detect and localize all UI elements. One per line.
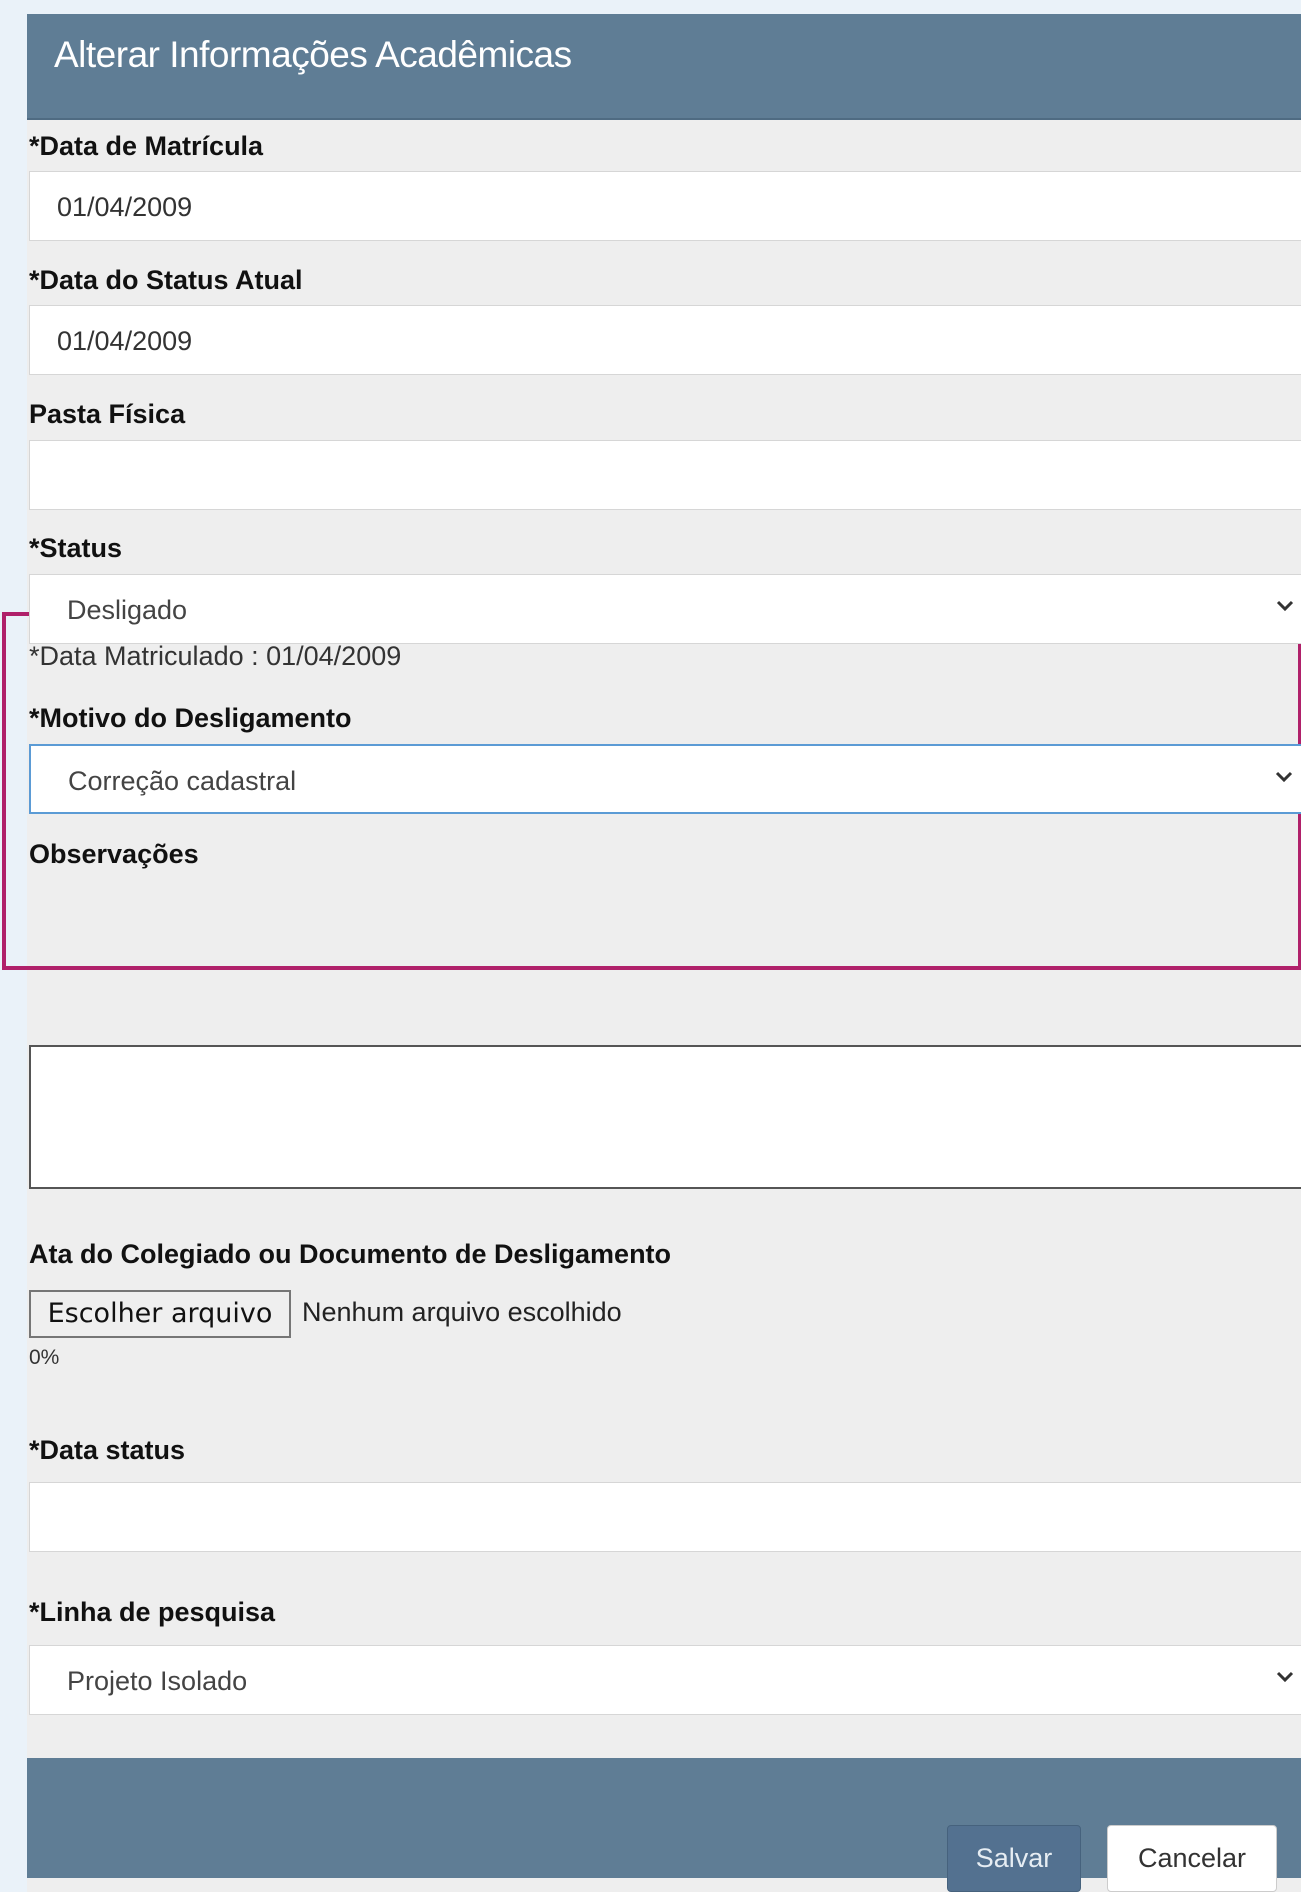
status-label: *Status [29, 533, 123, 563]
status-select[interactable]: Desligado [29, 574, 1301, 644]
choose-file-button[interactable]: Escolher arquivo [29, 1290, 291, 1338]
data-status-input[interactable] [29, 1482, 1301, 1552]
ata-label: Ata do Colegiado ou Documento de Desliga… [29, 1239, 672, 1269]
data-status-label: *Data status [29, 1435, 186, 1465]
data-matricula-input[interactable]: 01/04/2009 [29, 171, 1301, 241]
status-selected-value: Desligado [67, 595, 188, 625]
motivo-desligamento-label: *Motivo do Desligamento [29, 703, 352, 733]
linha-pesquisa-selected-value: Projeto Isolado [67, 1666, 248, 1696]
chevron-down-icon [1276, 1646, 1294, 1716]
upload-progress-text: 0% [29, 1346, 60, 1369]
chevron-down-icon [1276, 575, 1294, 645]
linha-pesquisa-select[interactable]: Projeto Isolado [29, 1645, 1301, 1715]
cancel-button[interactable]: Cancelar [1107, 1825, 1277, 1892]
observacoes-textarea[interactable] [29, 1045, 1301, 1189]
pasta-fisica-label: Pasta Física [29, 399, 186, 429]
data-status-atual-label: *Data do Status Atual [29, 265, 303, 295]
data-status-atual-input[interactable]: 01/04/2009 [29, 305, 1301, 375]
motivo-selected-value: Correção cadastral [68, 766, 297, 796]
motivo-desligamento-select[interactable]: Correção cadastral [29, 744, 1301, 814]
status-helper-text: *Data Matriculado : 01/04/2009 [29, 641, 402, 671]
file-status-text: Nenhum arquivo escolhido [302, 1297, 622, 1327]
data-matricula-label: *Data de Matrícula [29, 131, 264, 161]
pasta-fisica-input[interactable] [29, 440, 1301, 510]
modal-title: Alterar Informações Acadêmicas [54, 34, 572, 75]
observacoes-label: Observações [29, 839, 199, 869]
linha-pesquisa-label: *Linha de pesquisa [29, 1597, 276, 1627]
chevron-down-icon [1275, 746, 1293, 816]
modal-header: Alterar Informações Acadêmicas × [27, 14, 1301, 120]
save-button[interactable]: Salvar [947, 1825, 1081, 1892]
